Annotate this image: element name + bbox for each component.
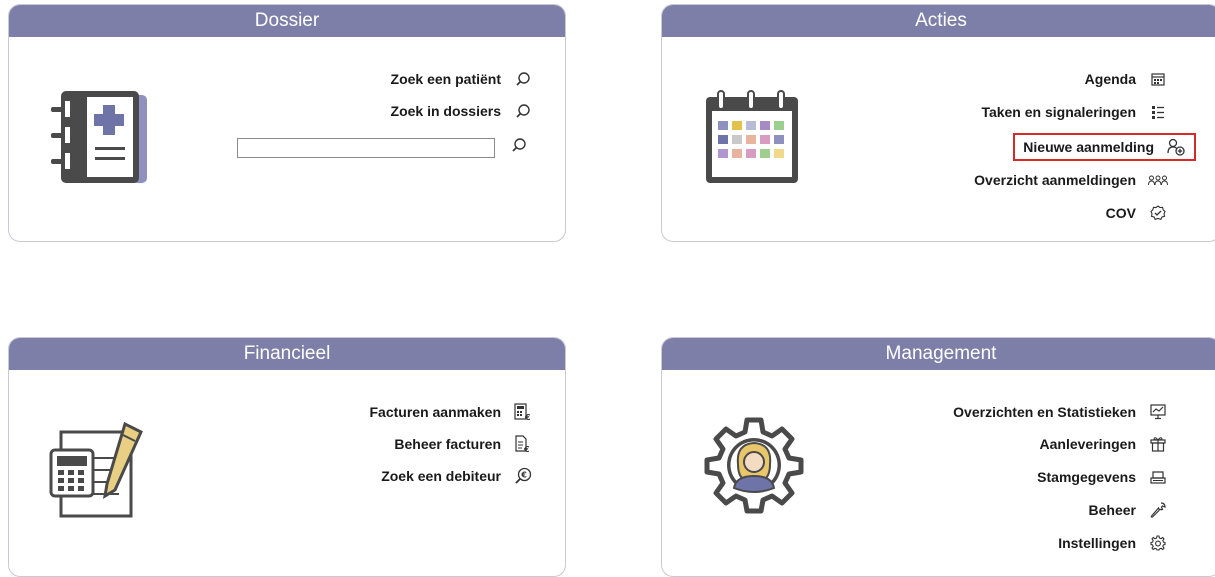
stamgegevens-label: Stamgegevens	[1037, 469, 1136, 485]
dossier-panel-title: Dossier	[9, 5, 565, 37]
search-icon	[511, 101, 535, 121]
search-icon	[511, 69, 535, 89]
svg-text:€: €	[524, 413, 531, 421]
calendar-icon	[1146, 69, 1170, 89]
svg-text:€: €	[523, 445, 530, 453]
aanleveringen-label: Aanleveringen	[1039, 436, 1136, 452]
overzichten-statistieken-label: Overzichten en Statistieken	[953, 404, 1136, 420]
facturen-aanmaken-label: Facturen aanmaken	[369, 404, 502, 420]
add-person-icon	[1164, 137, 1188, 157]
svg-text:€: €	[520, 471, 527, 480]
taken-signaleringen-label: Taken en signaleringen	[981, 104, 1136, 120]
management-panel: Management Overzichten en Statistieken A…	[661, 337, 1215, 577]
search-euro-icon: €	[511, 466, 535, 486]
beheer-facturen-link[interactable]: Beheer facturen €	[394, 432, 535, 456]
beheer-facturen-label: Beheer facturen	[394, 436, 501, 452]
zoek-dossiers-label: Zoek in dossiers	[390, 103, 501, 119]
instellingen-label: Instellingen	[1058, 535, 1136, 551]
facturen-aanmaken-link[interactable]: Facturen aanmaken €	[370, 400, 536, 424]
chart-monitor-icon	[1146, 402, 1170, 422]
task-list-icon	[1146, 102, 1170, 122]
wrench-icon	[1146, 500, 1170, 520]
overzicht-aanmeldingen-label: Overzicht aanmeldingen	[974, 172, 1136, 188]
search-icon	[511, 138, 527, 157]
agenda-link[interactable]: Agenda	[1085, 67, 1170, 91]
zoek-dossiers-link[interactable]: Zoek in dossiers	[391, 99, 535, 123]
management-gear-person-illustration-icon	[704, 414, 804, 519]
financieel-panel: Financieel Facturen aanmaken € Beheer fa…	[8, 337, 566, 577]
financieel-panel-title: Financieel	[9, 338, 565, 370]
acties-calendar-illustration-icon	[704, 89, 800, 190]
dossier-panel: Dossier Zoek een patiënt Zoek in dossier…	[8, 4, 566, 242]
people-icon	[1146, 170, 1170, 190]
dossier-search-button[interactable]	[511, 137, 531, 157]
aanleveringen-link[interactable]: Aanleveringen	[1040, 432, 1170, 456]
agenda-label: Agenda	[1084, 71, 1136, 87]
invoice-edit-icon: €	[511, 434, 535, 454]
card-reader-icon	[1146, 467, 1170, 487]
check-badge-icon	[1146, 203, 1170, 223]
nieuwe-aanmelding-link[interactable]: Nieuwe aanmelding	[1013, 133, 1196, 161]
stamgegevens-link[interactable]: Stamgegevens	[1037, 465, 1170, 489]
financieel-calculator-illustration-icon	[49, 418, 149, 527]
management-panel-title: Management	[662, 338, 1215, 370]
zoek-patient-label: Zoek een patiënt	[390, 71, 501, 87]
acties-panel-title: Acties	[662, 5, 1215, 37]
gift-icon	[1146, 434, 1170, 454]
zoek-debiteur-link[interactable]: Zoek een debiteur €	[381, 464, 535, 488]
dossier-illustration-icon	[47, 89, 151, 194]
overzichten-statistieken-link[interactable]: Overzichten en Statistieken	[953, 400, 1170, 424]
cov-label: COV	[1105, 205, 1136, 221]
gear-icon	[1146, 533, 1170, 553]
overzicht-aanmeldingen-link[interactable]: Overzicht aanmeldingen	[974, 168, 1170, 192]
dossier-search-input[interactable]	[237, 138, 495, 158]
cov-link[interactable]: COV	[1106, 201, 1170, 225]
zoek-debiteur-label: Zoek een debiteur	[381, 468, 501, 484]
beheer-label: Beheer	[1088, 502, 1136, 518]
acties-panel: Acties Agenda Taken en signaleringen Nie…	[661, 4, 1215, 242]
beheer-link[interactable]: Beheer	[1089, 498, 1170, 522]
zoek-patient-link[interactable]: Zoek een patiënt	[391, 67, 535, 91]
invoice-euro-icon: €	[511, 402, 535, 422]
nieuwe-aanmelding-label: Nieuwe aanmelding	[1023, 139, 1154, 155]
instellingen-link[interactable]: Instellingen	[1058, 531, 1170, 555]
taken-signaleringen-link[interactable]: Taken en signaleringen	[981, 100, 1170, 124]
